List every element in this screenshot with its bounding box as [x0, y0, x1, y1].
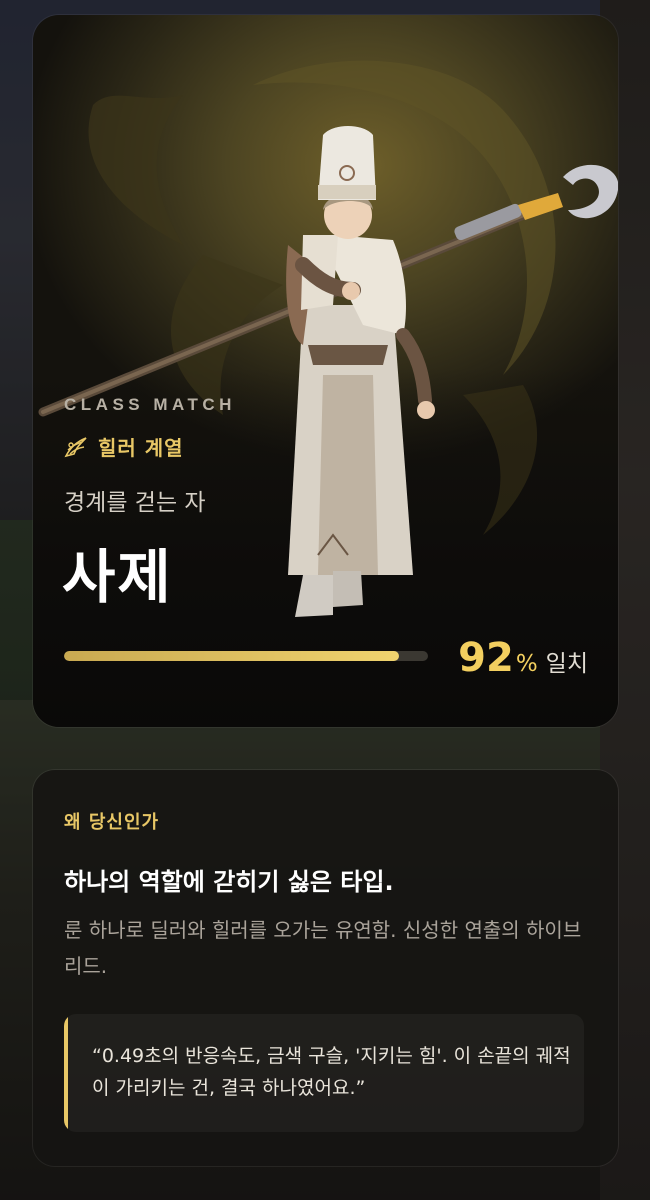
- why-you-description: 룬 하나로 딜러와 힐러를 오가는 유연함. 신성한 연출의 하이브리드.: [64, 918, 582, 978]
- quote-box: “0.49초의 반응속도, 금색 구슬, '지키는 힘'. 이 손끝의 궤적이 …: [64, 1014, 584, 1132]
- class-match-card: CLASS MATCH 힐러 계열 경계를 걷는 자 사제 92 % 일치: [33, 15, 618, 727]
- class-name: 사제: [62, 543, 173, 611]
- lineage-label: 힐러 계열: [98, 436, 184, 460]
- match-percent-number: 92: [458, 635, 514, 681]
- wing-emblem-icon: [64, 436, 88, 458]
- quote-accent-bar: [64, 1014, 68, 1132]
- match-score: 92 % 일치: [458, 635, 588, 681]
- match-label: 일치: [545, 651, 588, 677]
- class-subtitle: 경계를 걷는 자: [64, 490, 206, 516]
- quote-text: “0.49초의 반응속도, 금색 구슬, '지키는 힘'. 이 손끝의 궤적이 …: [92, 1045, 571, 1099]
- match-progress-bar: [64, 651, 428, 661]
- class-lineage: 힐러 계열: [64, 432, 184, 461]
- match-progress-fill: [64, 651, 399, 661]
- why-you-label: 왜 당신인가: [64, 812, 160, 833]
- match-percent-unit: %: [515, 651, 538, 677]
- class-match-eyebrow: CLASS MATCH: [64, 395, 236, 414]
- why-you-card: 왜 당신인가 하나의 역할에 갇히기 싫은 타입. 룬 하나로 딜러와 힐러를 …: [33, 770, 618, 1166]
- why-you-headline: 하나의 역할에 갇히기 싫은 타입.: [64, 868, 394, 896]
